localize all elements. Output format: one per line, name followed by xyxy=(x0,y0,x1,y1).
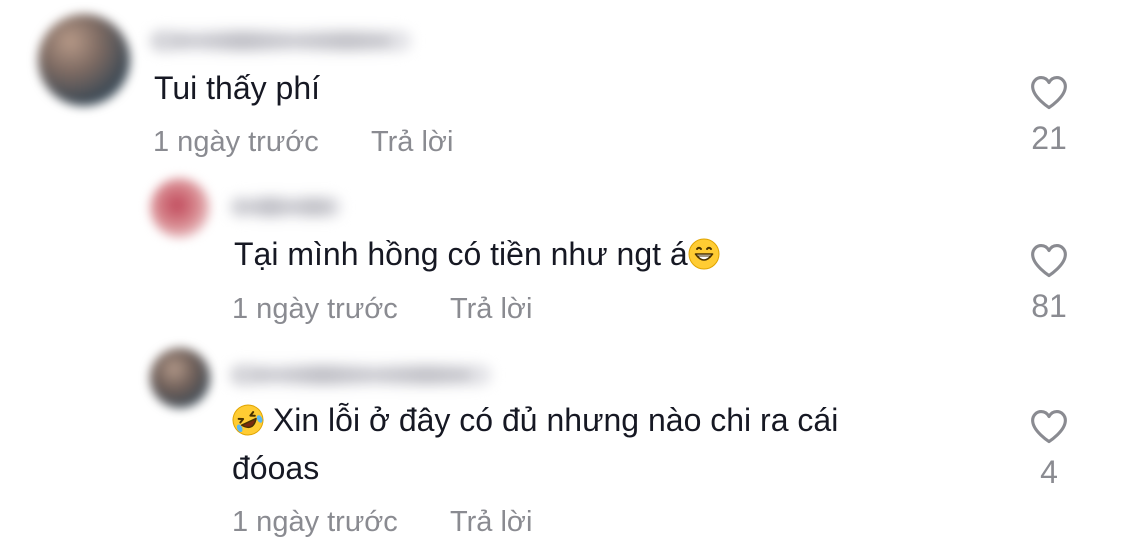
avatar[interactable] xyxy=(150,348,210,408)
username-blurred[interactable] xyxy=(230,196,342,218)
grinning-face-emoji-icon xyxy=(688,238,720,270)
reply-button[interactable]: Trả lời xyxy=(371,124,453,160)
comment-text-content: Tại mình hồng có tiền như ngt á xyxy=(234,236,688,272)
avatar[interactable] xyxy=(150,178,210,238)
reply-button[interactable]: Trả lời xyxy=(450,504,532,540)
comment-timestamp: 1 ngày trước xyxy=(232,506,398,538)
like-group: 4 xyxy=(1009,408,1089,490)
comment-text-line2: đóoas xyxy=(232,450,320,486)
heart-icon[interactable] xyxy=(1029,242,1069,278)
comment-item: Tui thấy phí 1 ngày trước Trả lời 21 xyxy=(0,0,1137,175)
username-blurred[interactable] xyxy=(150,30,412,52)
reply-button[interactable]: Trả lời xyxy=(450,291,532,327)
comment-timestamp: 1 ngày trước xyxy=(232,293,398,325)
reply-comment-item: Xin lỗi ở đây có đủ nhưng nào chi ra cái… xyxy=(0,340,1137,554)
avatar[interactable] xyxy=(38,14,130,106)
comment-text: Tui thấy phí xyxy=(154,70,321,106)
heart-icon[interactable] xyxy=(1029,408,1069,444)
like-group: 21 xyxy=(1009,74,1089,156)
like-count: 4 xyxy=(1040,454,1058,490)
like-count: 21 xyxy=(1031,120,1067,156)
like-count: 81 xyxy=(1031,288,1067,324)
username-blurred[interactable] xyxy=(230,364,492,386)
comment-timestamp: 1 ngày trước xyxy=(153,126,319,158)
comment-text: Xin lỗi ở đây có đủ nhưng nào chi ra cái xyxy=(232,398,838,442)
heart-icon[interactable] xyxy=(1029,74,1069,110)
reply-comment-item: Tại mình hồng có tiền như ngt á 1 ngày t… xyxy=(0,170,1137,340)
comment-text: Tại mình hồng có tiền như ngt á xyxy=(234,232,720,276)
comment-text-line1: Xin lỗi ở đây có đủ nhưng nào chi ra cái xyxy=(272,402,839,438)
like-group: 81 xyxy=(1009,242,1089,324)
rolling-on-floor-laughing-emoji-icon xyxy=(232,404,264,436)
